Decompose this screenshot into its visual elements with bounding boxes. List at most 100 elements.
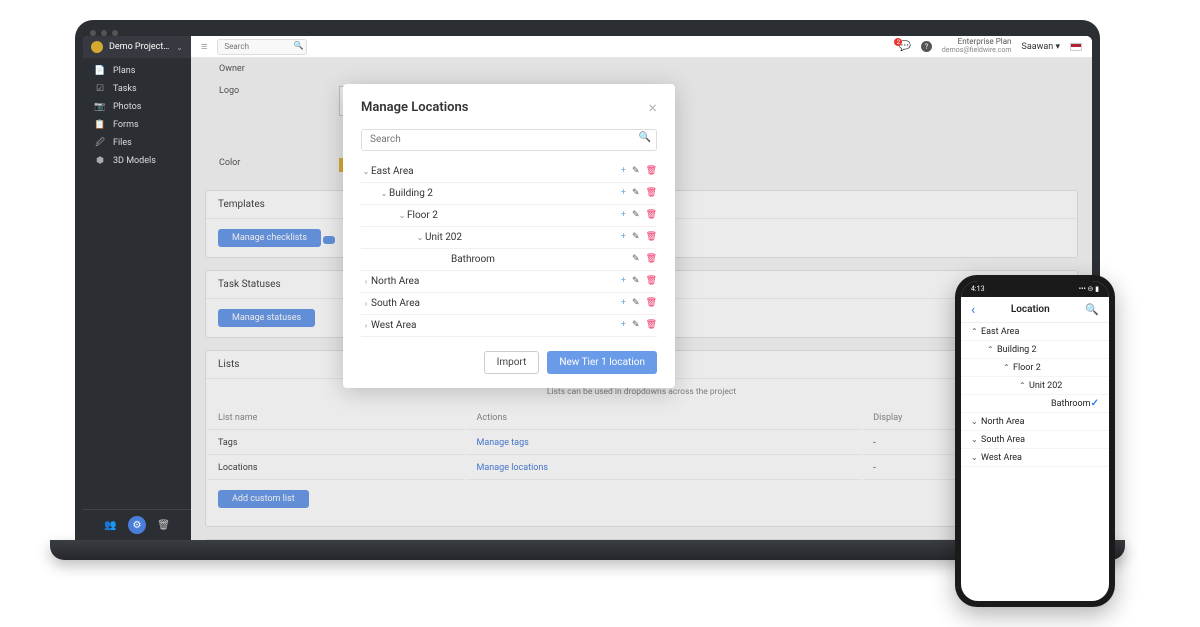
- new-tier1-button[interactable]: New Tier 1 location: [547, 351, 657, 374]
- sidebar-item-tasks[interactable]: ☑Tasks: [83, 80, 191, 98]
- phone-location-row[interactable]: ⌄West Area: [961, 449, 1109, 467]
- plus-icon[interactable]: +: [621, 166, 626, 176]
- table-row: TagsManage tags-: [208, 432, 1075, 455]
- chevron-icon[interactable]: ⌃: [971, 327, 981, 336]
- list-name-cell: Locations: [208, 457, 465, 480]
- phone-location-row[interactable]: ⌃East Area: [961, 323, 1109, 341]
- phone-location-row[interactable]: ⌃Building 2: [961, 341, 1109, 359]
- import-button[interactable]: Import: [484, 351, 540, 374]
- manage-checklists-button[interactable]: Manage checklists: [218, 229, 321, 247]
- logo-label: Logo: [219, 86, 319, 116]
- phone-frame: 4:13 ••• ⊝ ▮ ‹ Location 🔍 ⌃East Area⌃Bui…: [955, 275, 1115, 607]
- pencil-icon[interactable]: ✎: [632, 276, 640, 286]
- chevron-icon[interactable]: ›: [361, 321, 371, 330]
- chevron-icon[interactable]: ⌄: [971, 435, 981, 444]
- manage-statuses-button[interactable]: Manage statuses: [218, 309, 315, 327]
- chevron-icon[interactable]: ⌄: [361, 167, 371, 176]
- pencil-icon[interactable]: ✎: [632, 188, 640, 198]
- project-switcher[interactable]: Demo Project - Resi... ⌄: [83, 36, 191, 58]
- plus-icon[interactable]: +: [621, 298, 626, 308]
- help-icon[interactable]: ?: [921, 41, 932, 52]
- trash-icon[interactable]: 🗑: [646, 298, 657, 308]
- pencil-icon[interactable]: ✎: [632, 166, 640, 176]
- modal-search-input[interactable]: [361, 129, 657, 151]
- list-action-link[interactable]: Manage locations: [477, 463, 549, 473]
- phone-location-label: North Area: [981, 417, 1099, 427]
- sidebar-item-plans[interactable]: 📄Plans: [83, 62, 191, 80]
- plus-icon[interactable]: +: [621, 232, 626, 242]
- phone-location-label: Building 2: [997, 345, 1099, 355]
- settings-icon[interactable]: ⚙: [128, 516, 146, 534]
- chevron-icon[interactable]: ⌄: [397, 211, 407, 220]
- phone-location-row[interactable]: ⌃Unit 202: [961, 377, 1109, 395]
- chevron-icon[interactable]: ⌃: [987, 345, 997, 354]
- user-menu[interactable]: Saawan ▾: [1021, 42, 1060, 52]
- search-icon[interactable]: 🔍: [639, 132, 651, 143]
- chevron-icon[interactable]: ⌄: [971, 453, 981, 462]
- sidebar-item-3d-models[interactable]: ⬢3D Models: [83, 152, 191, 170]
- chevron-icon[interactable]: ›: [361, 299, 371, 308]
- location-tree-row[interactable]: ⌄Unit 202+✎🗑: [361, 227, 657, 249]
- phone-location-label: Unit 202: [1029, 381, 1099, 391]
- sidebar-item-photos[interactable]: 📷Photos: [83, 98, 191, 116]
- trash-icon[interactable]: 🗑: [646, 166, 657, 176]
- nav-icon: 📷: [95, 102, 105, 112]
- trash-icon[interactable]: 🗑: [646, 188, 657, 198]
- chevron-icon[interactable]: ⌃: [1003, 363, 1013, 372]
- pencil-icon[interactable]: ✎: [632, 232, 640, 242]
- plus-icon[interactable]: +: [621, 276, 626, 286]
- laptop-frame: Demo Project - Resi... ⌄ 📄Plans☑Tasks📷Ph…: [75, 20, 1100, 560]
- pencil-icon[interactable]: ✎: [632, 298, 640, 308]
- pencil-icon[interactable]: ✎: [632, 320, 640, 330]
- chevron-icon[interactable]: ⌄: [971, 417, 981, 426]
- phone-location-row[interactable]: Bathroom✓: [961, 395, 1109, 413]
- pencil-icon[interactable]: ✎: [632, 254, 640, 264]
- chevron-icon[interactable]: ⌃: [1019, 381, 1029, 390]
- location-tree-row[interactable]: ⌄Floor 2+✎🗑: [361, 205, 657, 227]
- plus-icon[interactable]: +: [621, 320, 626, 330]
- search-icon[interactable]: 🔍: [293, 41, 303, 50]
- modal-close-icon[interactable]: ×: [648, 98, 657, 117]
- location-tree-row[interactable]: ›West Area+ ✎ 🗑: [361, 315, 657, 337]
- sidebar-item-files[interactable]: 🖉Files: [83, 134, 191, 152]
- add-custom-list-button[interactable]: Add custom list: [218, 490, 309, 508]
- locale-flag[interactable]: [1070, 43, 1082, 51]
- list-action-link[interactable]: Manage tags: [477, 438, 529, 448]
- location-label: South Area: [371, 298, 621, 309]
- chevron-icon[interactable]: ⌄: [379, 189, 389, 198]
- pencil-icon[interactable]: ✎: [632, 210, 640, 220]
- phone-location-row[interactable]: ⌄South Area: [961, 431, 1109, 449]
- phone-back-icon[interactable]: ‹: [971, 302, 975, 318]
- col-list-name: List name: [208, 407, 465, 430]
- nav-icon: ⬢: [95, 156, 105, 166]
- list-name-cell: Tags: [208, 432, 465, 455]
- phone-search-icon[interactable]: 🔍: [1085, 303, 1099, 316]
- plus-icon[interactable]: +: [621, 210, 626, 220]
- menu-icon[interactable]: ≡: [201, 40, 207, 53]
- people-icon[interactable]: 👥: [101, 516, 119, 534]
- location-tree-row[interactable]: ›South Area+ ✎ 🗑: [361, 293, 657, 315]
- chevron-icon[interactable]: ⌄: [415, 233, 425, 242]
- location-label: West Area: [371, 320, 621, 331]
- trash-icon[interactable]: 🗑: [155, 516, 173, 534]
- secondary-template-button[interactable]: [323, 236, 335, 244]
- trash-icon[interactable]: 🗑: [646, 320, 657, 330]
- nav-icon: ☑: [95, 84, 105, 94]
- trash-icon[interactable]: 🗑: [646, 232, 657, 242]
- phone-location-label: South Area: [981, 435, 1099, 445]
- phone-location-row[interactable]: ⌃Floor 2: [961, 359, 1109, 377]
- location-tree-row[interactable]: ⌄Building 2+✎🗑: [361, 183, 657, 205]
- trash-icon[interactable]: 🗑: [646, 210, 657, 220]
- sidebar-item-forms[interactable]: 📋Forms: [83, 116, 191, 134]
- location-label: North Area: [371, 276, 621, 287]
- phone-location-row[interactable]: ⌄North Area: [961, 413, 1109, 431]
- trash-icon[interactable]: 🗑: [646, 254, 657, 264]
- trash-icon[interactable]: 🗑: [646, 276, 657, 286]
- nav-label: Files: [113, 138, 132, 148]
- location-tree-row[interactable]: ›North Area+ ✎ 🗑: [361, 271, 657, 293]
- location-tree-row[interactable]: ⌄East Area+✎🗑: [361, 161, 657, 183]
- chevron-icon[interactable]: ›: [361, 277, 371, 286]
- notifications-icon[interactable]: 💬2: [898, 41, 910, 52]
- location-tree-row[interactable]: Bathroom✎🗑: [361, 249, 657, 271]
- plus-icon[interactable]: +: [621, 188, 626, 198]
